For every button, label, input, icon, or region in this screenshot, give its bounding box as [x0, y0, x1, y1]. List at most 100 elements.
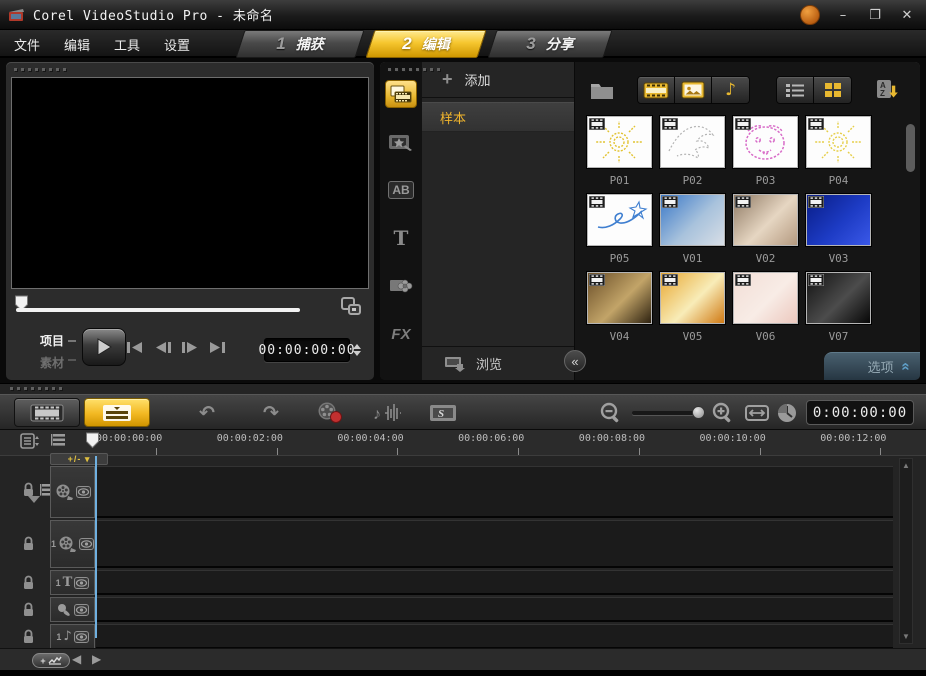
tab-edit[interactable]: 2 编辑: [366, 30, 486, 58]
eye-icon[interactable]: [79, 538, 94, 550]
thumbnail-image[interactable]: [587, 272, 652, 324]
folder-item-sample[interactable]: 样本: [422, 102, 574, 132]
sidebar-item-title[interactable]: T: [385, 224, 417, 252]
zoom-out-button[interactable]: [596, 399, 626, 427]
gallery-item[interactable]: V03: [806, 194, 879, 265]
grid-view-button[interactable]: [814, 77, 851, 103]
gallery-item[interactable]: P04: [806, 116, 879, 187]
gallery-item[interactable]: P01: [587, 116, 660, 187]
thumbnail-image[interactable]: [660, 194, 725, 246]
redo-button[interactable]: ↷: [256, 399, 286, 427]
lock-icon[interactable]: [22, 575, 35, 590]
lock-icon[interactable]: [22, 536, 35, 551]
music-track-header[interactable]: 1 ♪: [50, 624, 95, 649]
collapse-nav-button[interactable]: «: [564, 350, 586, 372]
filter-video-button[interactable]: [638, 77, 675, 103]
storyboard-view-button[interactable]: [14, 398, 80, 427]
list-view-button[interactable]: [777, 77, 814, 103]
auto-music-button[interactable]: S: [428, 399, 458, 427]
track-dropdown-icon[interactable]: [28, 496, 40, 503]
gallery-item[interactable]: P02: [660, 116, 733, 187]
scroll-left-icon[interactable]: ◀: [72, 652, 81, 666]
voice-track-row[interactable]: [0, 597, 926, 622]
menu-file[interactable]: 文件: [14, 35, 40, 54]
go-to-start-button[interactable]: [122, 336, 148, 358]
options-bar[interactable]: 选项 «: [824, 352, 920, 380]
overlay-track-header[interactable]: 1: [50, 520, 95, 568]
maximize-button[interactable]: ❐: [866, 8, 884, 23]
previous-frame-button[interactable]: [150, 336, 176, 358]
video-track-row[interactable]: [0, 466, 926, 518]
voice-track-header[interactable]: [50, 597, 95, 622]
panel-grip[interactable]: [388, 68, 440, 71]
fit-project-button[interactable]: [742, 399, 772, 427]
tab-capture[interactable]: 1 捕获: [236, 30, 364, 58]
eye-icon[interactable]: [74, 577, 89, 589]
spin-up-icon[interactable]: [353, 344, 361, 349]
spin-down-icon[interactable]: [353, 351, 361, 356]
music-track-row[interactable]: 1 ♪: [0, 624, 926, 649]
sidebar-item-graphic[interactable]: [385, 272, 417, 300]
thumbnail-image[interactable]: [660, 272, 725, 324]
ruler-scale[interactable]: 00:00:00:0000:00:02:0000:00:04:0000:00:0…: [85, 430, 895, 456]
eye-icon[interactable]: [76, 486, 91, 498]
track-manager-icon[interactable]: [20, 433, 40, 449]
gallery-scrollbar-thumb[interactable]: [906, 124, 915, 172]
gallery-item[interactable]: V01: [660, 194, 733, 265]
undo-button[interactable]: ↶: [192, 399, 222, 427]
project-duration-button[interactable]: [772, 399, 802, 427]
thumbnail-image[interactable]: [733, 272, 798, 324]
thumbnail-image[interactable]: [806, 116, 871, 168]
lock-icon[interactable]: [22, 629, 35, 644]
gallery-item[interactable]: V02: [733, 194, 806, 265]
gallery-item[interactable]: P03: [733, 116, 806, 187]
menu-settings[interactable]: 设置: [164, 35, 190, 54]
title-track-row[interactable]: 1 T: [0, 570, 926, 595]
timeline-vertical-scrollbar[interactable]: ▲ ▼: [899, 458, 913, 644]
go-to-end-button[interactable]: [204, 336, 230, 358]
zoom-in-button[interactable]: [708, 399, 738, 427]
record-capture-button[interactable]: [315, 399, 345, 427]
scroll-right-icon[interactable]: ▶: [92, 652, 101, 666]
gallery-item[interactable]: V04: [587, 272, 660, 343]
thumbnail-image[interactable]: [587, 194, 652, 246]
sidebar-item-media[interactable]: [385, 80, 417, 108]
playhead[interactable]: [85, 432, 100, 449]
overlay-track-body[interactable]: [96, 520, 893, 568]
scroll-down-icon[interactable]: ▼: [902, 632, 910, 641]
thumbnail-image[interactable]: [587, 116, 652, 168]
video-track-body[interactable]: [96, 466, 893, 518]
thumbnail-image[interactable]: [806, 194, 871, 246]
sidebar-item-transition[interactable]: AB: [385, 176, 417, 204]
corel-balloon-icon[interactable]: [800, 5, 820, 25]
timecode-spinner[interactable]: [353, 338, 364, 362]
gallery-item[interactable]: V07: [806, 272, 879, 343]
title-track-body[interactable]: [96, 570, 893, 595]
add-folder-button[interactable]: + 添加: [422, 62, 574, 98]
thumbnail-image[interactable]: [733, 194, 798, 246]
sound-mixer-button[interactable]: ♪: [372, 399, 402, 427]
preview-video-area[interactable]: [11, 77, 369, 289]
music-track-body[interactable]: [96, 624, 893, 649]
minimize-button[interactable]: –: [834, 8, 852, 23]
filter-photo-button[interactable]: [675, 77, 712, 103]
title-bar[interactable]: Corel VideoStudio Pro - 未命名 – ❐ ✕: [0, 0, 926, 30]
panel-grip[interactable]: [14, 68, 66, 71]
gallery-item[interactable]: V05: [660, 272, 733, 343]
filter-audio-button[interactable]: ♪: [712, 77, 749, 103]
preview-timecode[interactable]: 00:00:00:00: [264, 338, 350, 362]
sidebar-item-instant-project[interactable]: [385, 128, 417, 156]
play-button[interactable]: [82, 328, 126, 366]
project-mode-label[interactable]: 项目: [40, 332, 64, 349]
close-button[interactable]: ✕: [898, 8, 916, 23]
overlay-track-row[interactable]: 1: [0, 520, 926, 568]
gallery-item[interactable]: P05: [587, 194, 660, 265]
lock-icon[interactable]: [22, 482, 35, 497]
title-track-header[interactable]: 1 T: [50, 570, 95, 595]
browse-button[interactable]: 浏览: [422, 346, 574, 380]
add-remove-track-button[interactable]: +/- ▾: [50, 453, 108, 465]
menu-tools[interactable]: 工具: [114, 35, 140, 54]
gallery-item[interactable]: V06: [733, 272, 806, 343]
show-all-tracks-icon[interactable]: [50, 433, 66, 449]
panel-grip[interactable]: [10, 387, 62, 390]
